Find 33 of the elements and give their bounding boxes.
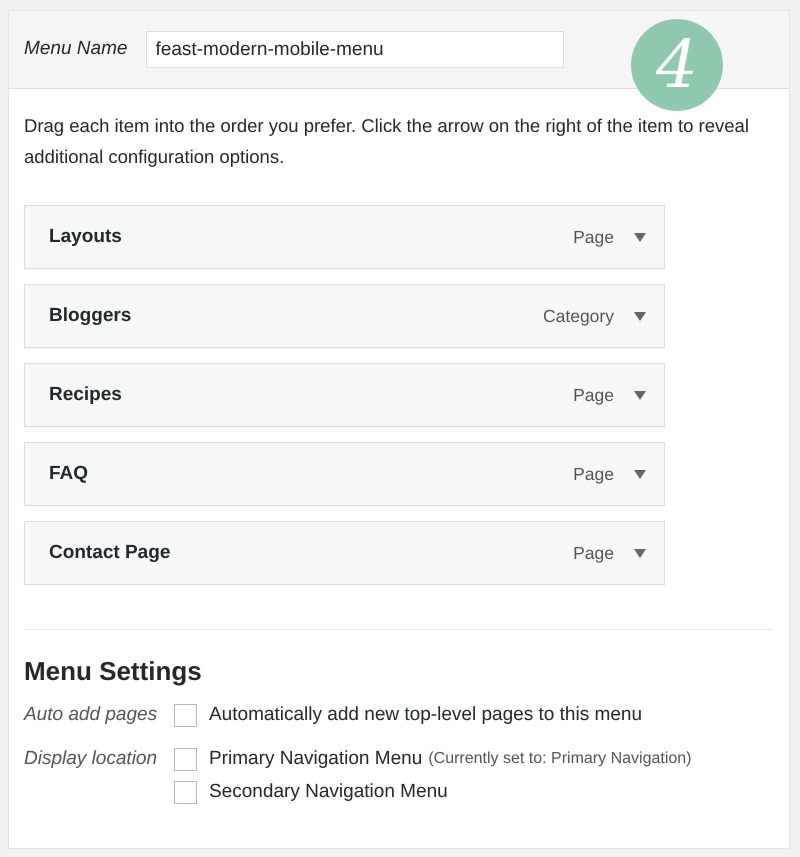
setting-label: Display location: [24, 747, 158, 772]
caret-icon[interactable]: [634, 312, 646, 320]
menu-item-type: Category: [542, 304, 614, 328]
option-label: Automatically add new top-level pages to this menu: [209, 702, 642, 727]
checkbox[interactable]: [174, 748, 197, 771]
menu-item-type: Page: [573, 462, 614, 486]
menu-name-field[interactable]: feast-modern-mobile-menu: [146, 31, 564, 68]
caret-icon[interactable]: [634, 548, 646, 558]
caret-icon[interactable]: [634, 390, 646, 400]
menu-item[interactable]: Recipes Page: [24, 363, 665, 427]
option-label: Secondary Navigation Menu: [209, 780, 448, 804]
section-heading: Menu Settings: [24, 656, 203, 688]
checkbox[interactable]: [174, 704, 197, 727]
setting-label: Auto add pages: [24, 703, 158, 728]
checkbox[interactable]: [174, 780, 197, 804]
option-label: Primary Navigation Menu: [209, 746, 422, 771]
menu-item-title: Contact Page: [49, 540, 172, 565]
menu-item[interactable]: Contact Page Page: [24, 521, 665, 585]
menu-item[interactable]: Bloggers Category: [24, 284, 665, 348]
menu-item[interactable]: Layouts Page: [24, 205, 665, 269]
instructions-text: Drag each item into the order you prefer. Click the arrow on the right of the item to reveal additional configuration options.: [24, 114, 750, 169]
caret-icon[interactable]: [634, 470, 646, 478]
menu-item-title: Layouts: [49, 224, 123, 249]
menu-item-title: Bloggers: [49, 304, 132, 328]
menu-item-type: Page: [573, 542, 614, 565]
menu-item-title: Recipes: [49, 382, 123, 407]
caret-icon[interactable]: [634, 232, 646, 242]
menu-item-type: Page: [573, 226, 614, 249]
option-note: (Currently set to: Primary Navigation): [428, 749, 692, 770]
field-label: Menu Name: [24, 37, 128, 62]
menu-item[interactable]: FAQ Page: [24, 442, 665, 506]
menu-item-title: FAQ: [49, 462, 90, 486]
menu-item-type: Page: [573, 384, 614, 407]
